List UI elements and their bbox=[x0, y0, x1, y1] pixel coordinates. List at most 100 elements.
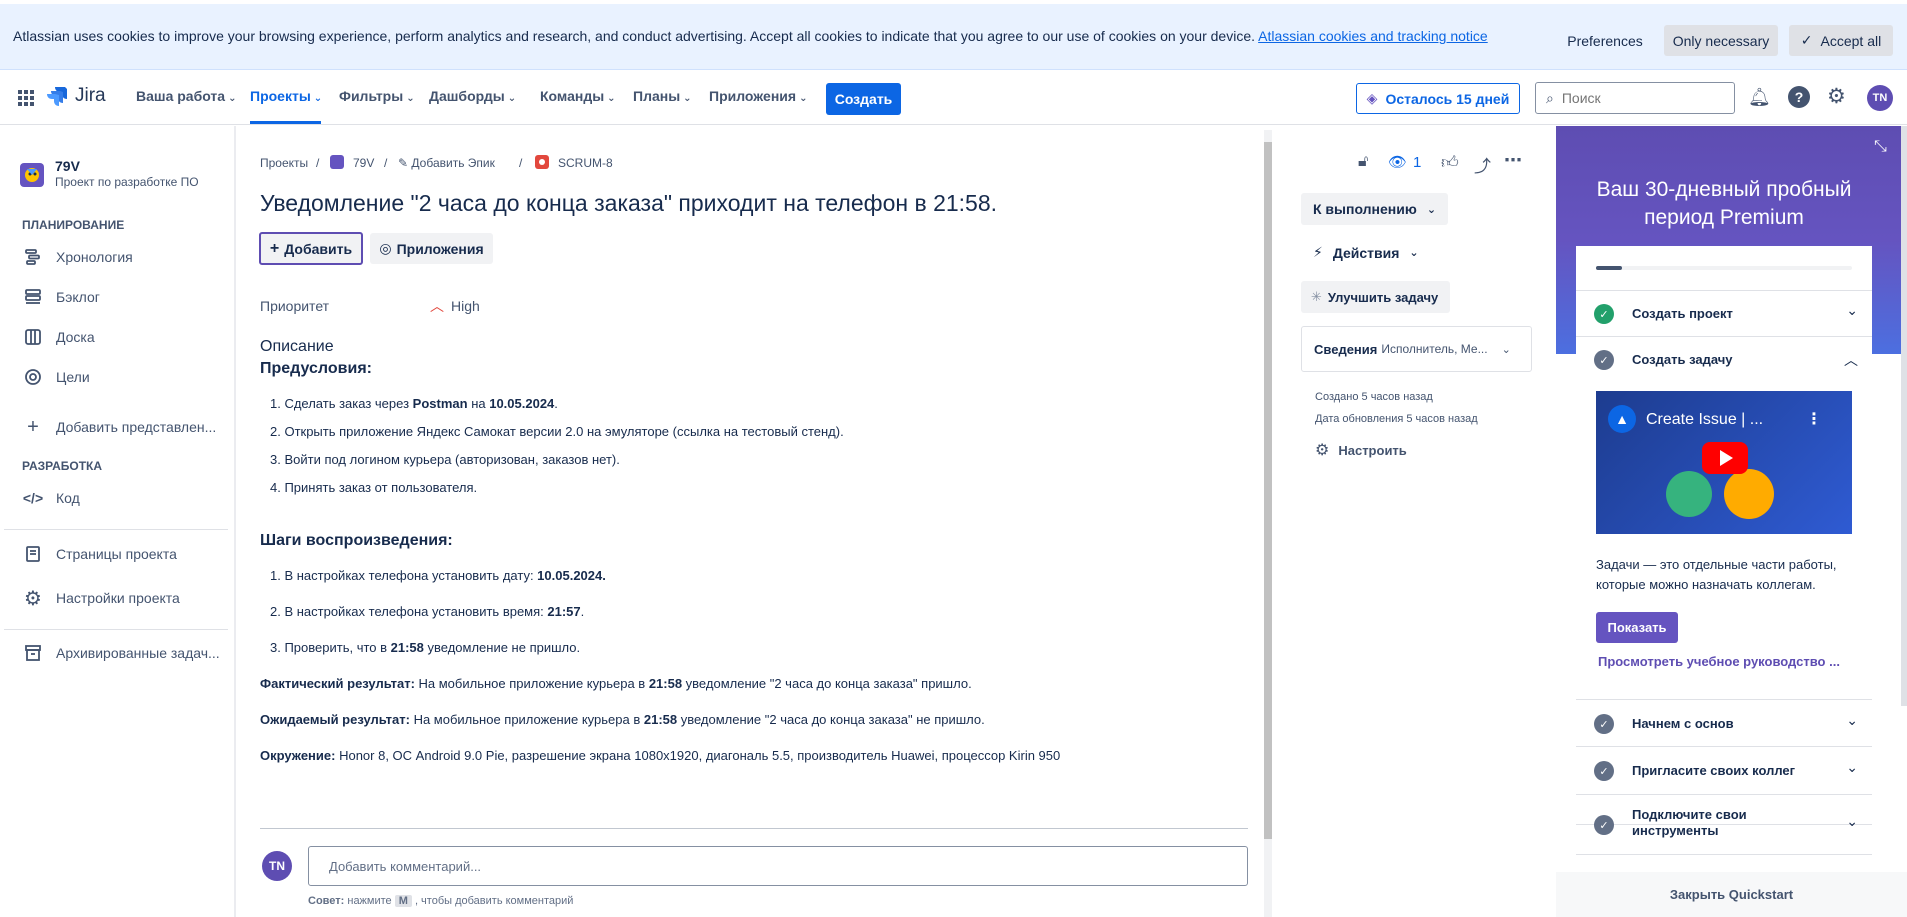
show-button[interactable]: Показать bbox=[1596, 612, 1678, 643]
sidebar-item-goals[interactable]: Цели bbox=[22, 366, 90, 388]
text-run: на bbox=[467, 396, 490, 411]
accept-all-button[interactable]: ✓ Accept all bbox=[1789, 25, 1893, 56]
chevron-down-icon: ⌄ bbox=[406, 93, 415, 104]
cookie-text: Atlassian uses cookies to improve your b… bbox=[13, 28, 1256, 44]
text-run: . bbox=[580, 604, 585, 619]
chevron-down-icon: ⌄ bbox=[1846, 712, 1858, 728]
project-name[interactable]: 79V bbox=[55, 158, 80, 174]
nav-your-work[interactable]: Ваша работа ⌄ bbox=[136, 88, 236, 104]
illustration-avatar bbox=[1666, 471, 1712, 517]
sidebar-item-add-view[interactable]: + Добавить представлен... bbox=[22, 416, 216, 438]
breadcrumb-add-epic[interactable]: ✎ Добавить Эпик bbox=[398, 156, 495, 170]
nav-filters[interactable]: Фильтры ⌄ bbox=[339, 88, 415, 104]
sidebar-item-project-pages[interactable]: Страницы проекта bbox=[22, 543, 177, 565]
chevron-up-icon: ︿ bbox=[1844, 352, 1858, 368]
cookie-message: Atlassian uses cookies to improve your b… bbox=[13, 28, 1488, 44]
text-bold: 21:57 bbox=[547, 604, 581, 619]
configure-button[interactable]: ⚙ Настроить bbox=[1315, 440, 1407, 460]
issue-title[interactable]: Уведомление "2 часа до конца заказа" при… bbox=[260, 190, 997, 217]
quickstart-item-tools[interactable]: ✓ Подключите свои инструменты ⌄ bbox=[1576, 795, 1872, 855]
status-dropdown[interactable]: К выполнению ⌄ bbox=[1301, 193, 1448, 225]
breadcrumb-project[interactable]: 79V bbox=[353, 156, 374, 170]
jira-icon bbox=[47, 87, 67, 106]
video-menu-icon[interactable]: ⋮ bbox=[1806, 409, 1822, 429]
quickstart-item-create-project[interactable]: ✓ Создать проект ⌄ bbox=[1576, 291, 1872, 337]
trial-button[interactable]: ◈ Осталось 15 дней bbox=[1356, 83, 1520, 114]
preferences-button[interactable]: Preferences bbox=[1560, 25, 1650, 56]
quickstart-item-label: Создать проект bbox=[1632, 306, 1733, 321]
project-sidebar: 79V Проект по разработке ПО ПЛАНИРОВАНИЕ… bbox=[0, 126, 236, 917]
quickstart-panel: ⤡ Ваш 30-дневный пробный период Premium … bbox=[1556, 126, 1907, 917]
text-bold: 21:58 bbox=[648, 676, 683, 691]
main-scrollbar[interactable] bbox=[1264, 130, 1272, 917]
expected-result: Ожидаемый результат: На мобильное прилож… bbox=[260, 712, 985, 727]
quickstart-scrollbar[interactable] bbox=[1901, 126, 1907, 706]
project-avatar-icon bbox=[330, 155, 344, 169]
priority-field[interactable]: ︿ High bbox=[430, 296, 480, 316]
breadcrumb-issue-key[interactable]: SCRUM-8 bbox=[558, 156, 613, 170]
lock-icon[interactable]: 🔓︎ bbox=[1358, 153, 1368, 171]
tutorial-guide-link[interactable]: Просмотреть учебное руководство ... bbox=[1598, 654, 1840, 669]
quickstart-description: Задачи — это отдельные части работы, кот… bbox=[1596, 557, 1837, 592]
quickstart-item-invite[interactable]: ✓ Пригласите своих коллег ⌄ bbox=[1576, 747, 1872, 795]
search-field[interactable]: ⌕ bbox=[1535, 82, 1735, 114]
nav-dashboards[interactable]: Дашборды ⌄ bbox=[429, 88, 516, 104]
chevron-down-icon: ⌄ bbox=[313, 93, 323, 104]
jira-logo[interactable]: Jira bbox=[47, 85, 106, 107]
quickstart-title: Ваш 30-дневный пробный период Premium bbox=[1596, 178, 1852, 229]
status-label: К выполнению bbox=[1313, 201, 1417, 217]
sidebar-item-board[interactable]: Доска bbox=[22, 326, 95, 348]
tip-text: , чтобы добавить комментарий bbox=[411, 895, 574, 907]
breadcrumb-separator: / bbox=[316, 156, 320, 170]
thumbs-up-icon[interactable]: 👍︎ bbox=[1441, 152, 1459, 173]
nav-teams[interactable]: Команды ⌄ bbox=[540, 88, 616, 104]
sidebar-item-timeline[interactable]: Хронология bbox=[22, 246, 133, 268]
improve-issue-button[interactable]: ✳ Улучшить задачу bbox=[1301, 281, 1450, 313]
atlassian-logo-icon: ▲ bbox=[1608, 405, 1636, 433]
scrollbar-thumb[interactable] bbox=[1264, 142, 1272, 839]
sidebar-item-archived[interactable]: Архивированные задач... bbox=[22, 642, 220, 664]
share-icon[interactable]: ⤴ bbox=[1474, 152, 1491, 177]
details-section[interactable]: Сведения Исполнитель, Ме... ⌄ bbox=[1301, 326, 1532, 372]
chevron-down-icon: ⌄ bbox=[1426, 203, 1437, 216]
watchers-count: 1 bbox=[1413, 153, 1422, 171]
quickstart-item-basics[interactable]: ✓ Начнем с основ ⌄ bbox=[1576, 699, 1872, 747]
watch-button[interactable]: 👁︎ 1 bbox=[1388, 153, 1422, 172]
play-button-icon[interactable] bbox=[1702, 442, 1748, 474]
create-button[interactable]: Создать bbox=[826, 83, 901, 115]
actual-result: Фактический результат: На мобильное прил… bbox=[260, 676, 972, 691]
sidebar-item-project-settings[interactable]: ⚙ Настройки проекта bbox=[22, 587, 180, 610]
search-input[interactable] bbox=[1561, 90, 1712, 106]
keyboard-key: M bbox=[394, 895, 412, 907]
comment-input[interactable]: Добавить комментарий... bbox=[308, 846, 1248, 886]
nav-label: Планы bbox=[633, 88, 681, 104]
settings-gear-icon[interactable]: ⚙ bbox=[1827, 84, 1846, 109]
precondition-4: 4. Принять заказ от пользователя. bbox=[270, 480, 478, 495]
project-avatar bbox=[20, 163, 44, 187]
nav-apps[interactable]: Приложения ⌄ bbox=[709, 88, 807, 104]
add-button[interactable]: + Добавить bbox=[259, 232, 363, 265]
user-avatar[interactable]: TN bbox=[1867, 85, 1893, 111]
environment: Окружение: Honor 8, ОС Android 9.0 Pie, … bbox=[260, 748, 1060, 763]
check-incomplete-icon: ✓ bbox=[1594, 350, 1614, 370]
more-actions-icon[interactable]: ⋯ bbox=[1504, 150, 1522, 171]
cookie-notice-link[interactable]: Atlassian cookies and tracking notice bbox=[1258, 28, 1488, 44]
text-bold: Окружение: bbox=[260, 748, 336, 763]
nav-label: Проекты bbox=[250, 88, 311, 104]
tutorial-video[interactable]: ▲ Create Issue | ... ⋮ bbox=[1596, 391, 1852, 534]
collapse-icon[interactable]: ⤡ bbox=[1874, 138, 1887, 156]
sidebar-item-backlog[interactable]: Бэклог bbox=[22, 286, 100, 308]
pencil-icon: ✎ bbox=[398, 156, 409, 170]
nav-projects[interactable]: Проекты ⌄ bbox=[250, 88, 322, 104]
only-necessary-button[interactable]: Only necessary bbox=[1664, 25, 1778, 56]
app-switcher-icon[interactable] bbox=[16, 88, 36, 108]
help-icon[interactable]: ? bbox=[1788, 86, 1810, 108]
apps-button[interactable]: ◎ Приложения bbox=[370, 233, 493, 264]
breadcrumb-projects[interactable]: Проекты bbox=[260, 156, 308, 170]
chevron-down-icon: ⌄ bbox=[607, 93, 616, 104]
nav-plans[interactable]: Планы ⌄ bbox=[633, 88, 692, 104]
sidebar-item-code[interactable]: </> Код bbox=[22, 487, 80, 509]
actions-dropdown[interactable]: ⚡︎ Действия ⌄ bbox=[1313, 244, 1419, 261]
notifications-icon[interactable]: 🔔︎ bbox=[1748, 87, 1771, 108]
close-quickstart-button[interactable]: Закрыть Quickstart bbox=[1556, 887, 1907, 902]
